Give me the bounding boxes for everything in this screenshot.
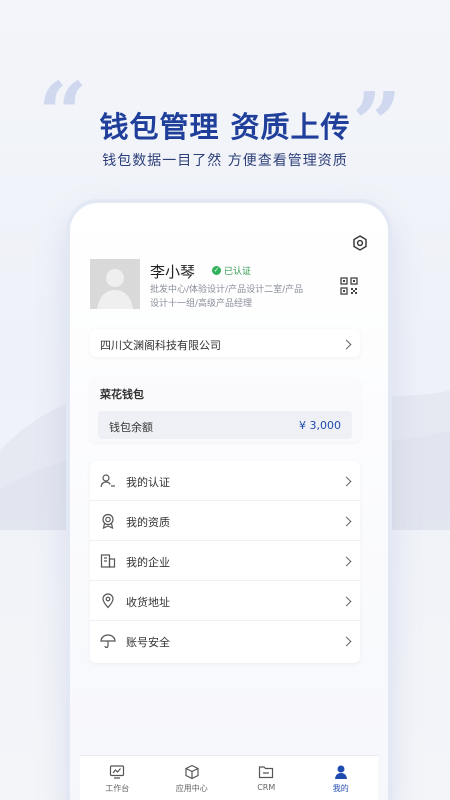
wallet-balance-label: 钱包余额 xyxy=(109,421,153,434)
tab-label: 我的 xyxy=(332,784,349,793)
chevron-right-icon xyxy=(341,339,352,350)
qr-code-icon[interactable] xyxy=(340,277,360,297)
chevron-right-icon xyxy=(341,556,352,567)
menu-item-label: 我的资质 xyxy=(126,516,170,529)
tab-label: 应用中心 xyxy=(175,784,208,793)
user-verify-icon xyxy=(100,474,115,488)
banner-subline: 钱包数据一目了然 方便查看管理资质 xyxy=(102,153,348,169)
menu-item-label: 账号安全 xyxy=(126,636,170,649)
wallet-balance-row[interactable]: 钱包余额 ¥ 3,000 xyxy=(98,411,352,439)
wallet-balance-value: ¥ 3,000 xyxy=(299,419,341,432)
tab-crm[interactable]: CRM xyxy=(229,756,304,800)
chevron-right-icon xyxy=(341,516,352,527)
settings-menu: 我的认证 我的资质 我的企业 收货地址 账号安全 xyxy=(90,461,360,663)
location-icon xyxy=(102,593,114,609)
umbrella-icon xyxy=(100,634,116,649)
menu-item-my-enterprise[interactable]: 我的企业 xyxy=(90,541,360,581)
menu-item-label: 我的企业 xyxy=(126,556,170,569)
menu-item-my-qualification[interactable]: 我的资质 xyxy=(90,501,360,541)
tab-app-center[interactable]: 应用中心 xyxy=(155,756,230,800)
bottom-tab-bar: 工作台 应用中心 CRM 我的 xyxy=(80,755,378,800)
department-path: 批发中心/体验设计/产品设计二室/产品设计十一组/高级产品经理 xyxy=(150,285,304,309)
chevron-right-icon xyxy=(341,476,352,487)
menu-item-account-security[interactable]: 账号安全 xyxy=(90,621,360,661)
folder-icon xyxy=(259,766,274,779)
menu-item-label: 收货地址 xyxy=(126,596,170,609)
banner-headline: 钱包管理 资质上传 xyxy=(99,110,351,144)
chevron-right-icon xyxy=(341,636,352,647)
cube-icon xyxy=(185,764,199,780)
wallet-title: 菜花钱包 xyxy=(100,388,144,401)
wallet-card: 菜花钱包 钱包余额 ¥ 3,000 xyxy=(90,378,360,442)
verified-badge: ✓ 已认证 xyxy=(212,264,251,277)
tab-label: 工作台 xyxy=(105,784,130,793)
menu-item-label: 我的认证 xyxy=(126,476,170,489)
company-name: 四川文渊阁科技有限公司 xyxy=(100,339,221,352)
tab-workbench[interactable]: 工作台 xyxy=(80,756,155,800)
tab-label: CRM xyxy=(257,783,276,792)
phone-mockup: 李小琴 ✓ 已认证 批发中心/体验设计/产品设计二室/产品设计十一组/高级产品经… xyxy=(70,203,388,800)
avatar[interactable] xyxy=(90,259,140,309)
check-icon: ✓ xyxy=(212,266,221,275)
tab-mine[interactable]: 我的 xyxy=(304,756,379,800)
company-row[interactable]: 四川文渊阁科技有限公司 xyxy=(90,329,360,357)
verified-badge-label: 已认证 xyxy=(224,267,252,277)
profile-section: 李小琴 ✓ 已认证 批发中心/体验设计/产品设计二室/产品设计十一组/高级产品经… xyxy=(90,259,360,319)
chevron-right-icon xyxy=(341,596,352,607)
menu-item-shipping-address[interactable]: 收货地址 xyxy=(90,581,360,621)
person-icon xyxy=(334,765,347,779)
user-name: 李小琴 xyxy=(150,263,196,281)
monitor-icon xyxy=(110,765,125,779)
award-icon xyxy=(102,513,114,529)
menu-item-my-verification[interactable]: 我的认证 xyxy=(90,461,360,501)
settings-gear-icon[interactable] xyxy=(350,233,370,253)
building-icon xyxy=(100,554,116,568)
